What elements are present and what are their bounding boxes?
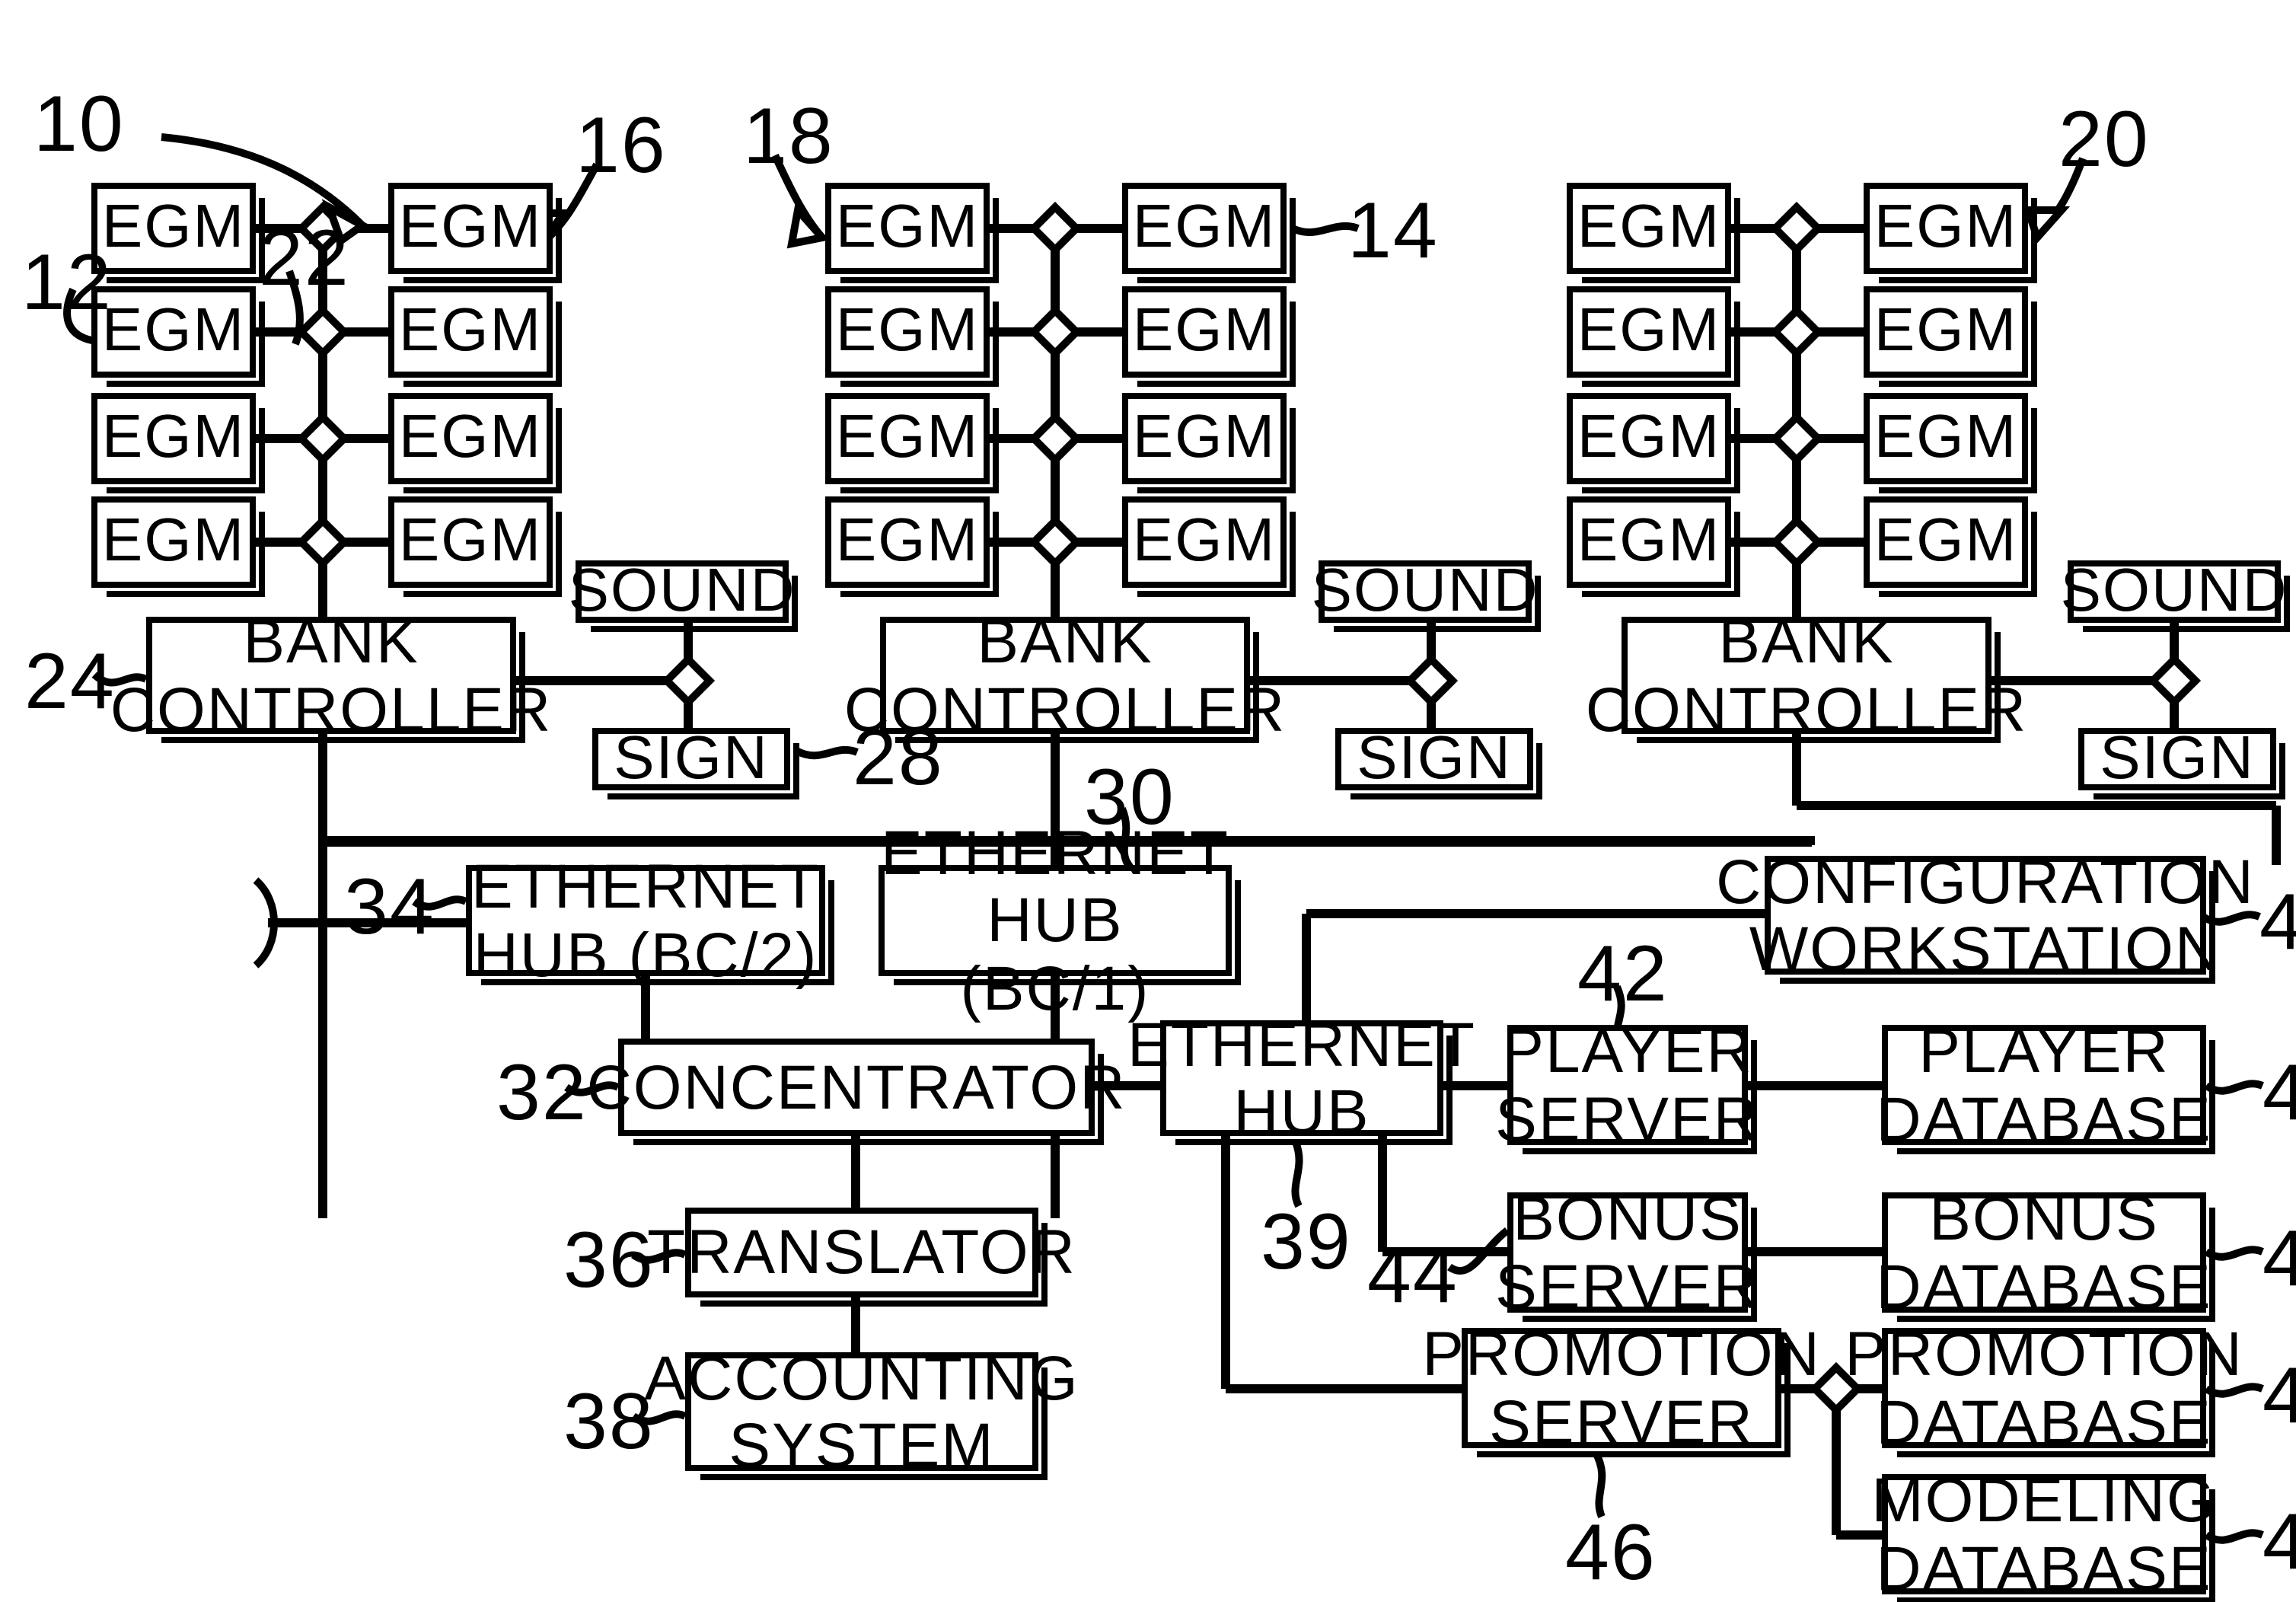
reference-numeral-38: 38 <box>563 1378 655 1466</box>
bank-controller-label-line2: CONTROLLER <box>1585 674 2028 744</box>
bank-controller-label-line1: BANK <box>977 606 1153 677</box>
reference-numeral-44: 44 <box>1367 1232 1459 1320</box>
egm-box[interactable]: EGM <box>388 286 562 387</box>
reference-numeral-16: 16 <box>576 102 667 190</box>
player-database-box[interactable]: PLAYER DATABASE <box>1876 1017 2215 1154</box>
bonus-server-box[interactable]: BONUS SERVER <box>1495 1185 1759 1322</box>
bank-controller-label-line1: BANK <box>243 606 419 677</box>
sound-box[interactable]: SOUND <box>1312 558 1541 632</box>
egm-box[interactable]: EGM <box>91 286 265 387</box>
egm-box[interactable]: EGM <box>825 183 999 283</box>
bonus-server-label-line2: SERVER <box>1495 1251 1760 1321</box>
bonus-database-label-line2: DATABASE <box>1876 1251 2212 1321</box>
reference-numeral-40: 40 <box>2259 877 2296 969</box>
ethernet-hub-bc1-box[interactable]: ETHERNET HUB (BC/1) <box>879 819 1241 1021</box>
ethernet-hub-label-line1: ETHERNET <box>1127 1009 1476 1080</box>
egm-box[interactable]: EGM <box>825 286 999 387</box>
reference-numeral-22: 22 <box>259 215 350 303</box>
egm-box[interactable]: EGM <box>91 393 265 493</box>
reference-numeral-30: 30 <box>1084 754 1175 842</box>
sign-box[interactable]: SIGN <box>592 726 799 799</box>
promotion-server-label-line1: PROMOTION <box>1422 1319 1821 1390</box>
egm-box[interactable]: EGM <box>1122 496 1296 597</box>
modeling-database-label-line2: DATABASE <box>1876 1533 2212 1602</box>
bank-controller-box[interactable]: BANK CONTROLLER <box>1586 608 2026 743</box>
configuration-workstation-label-line2: WORKSTATION <box>1749 914 2222 984</box>
egm-box[interactable]: EGM <box>1864 286 2037 387</box>
ethernet-hub-box[interactable]: ETHERNET HUB <box>1127 1010 1475 1146</box>
egm-box[interactable]: EGM <box>1567 286 1740 387</box>
configuration-workstation-label-line1: CONFIGURATION <box>1716 846 2255 917</box>
reference-numeral-47: 47 <box>2263 1351 2296 1442</box>
reference-numeral-28: 28 <box>853 714 944 803</box>
egm-box[interactable]: EGM <box>1864 183 2037 283</box>
player-server-label-line2: SERVER <box>1495 1083 1760 1154</box>
player-database-label-line1: PLAYER <box>1918 1016 2170 1087</box>
configuration-workstation-box[interactable]: CONFIGURATION WORKSTATION <box>1716 847 2253 984</box>
reference-numeral-32: 32 <box>496 1049 588 1138</box>
reference-numeral-49: 49 <box>2263 1497 2296 1588</box>
promotion-database-label-line1: PROMOTION <box>1845 1319 2243 1390</box>
egm-box[interactable]: EGM <box>1567 496 1740 597</box>
egm-box[interactable]: EGM <box>1122 183 1296 283</box>
player-database-label-line2: DATABASE <box>1876 1083 2212 1154</box>
reference-numeral-43: 43 <box>2263 1048 2296 1139</box>
egm-box[interactable]: EGM <box>825 496 999 597</box>
ethernet-hub-bc1-label-line1: ETHERNET <box>881 818 1229 889</box>
patent-figure-sheet: EGM EGM EGM EGM EGM EGM EGM EGM BANK CON… <box>0 0 2296 1602</box>
egm-box[interactable]: EGM <box>1864 496 2037 597</box>
bonus-server-label-line1: BONUS <box>1513 1183 1743 1254</box>
reference-numeral-24: 24 <box>24 638 116 726</box>
egm-box[interactable]: EGM <box>91 183 265 283</box>
sign-box[interactable]: SIGN <box>2078 726 2285 799</box>
egm-box[interactable]: EGM <box>388 496 562 597</box>
reference-numeral-39: 39 <box>1261 1198 1352 1287</box>
egm-box[interactable]: EGM <box>91 496 265 597</box>
reference-numeral-12: 12 <box>21 239 113 327</box>
reference-numeral-36: 36 <box>563 1217 655 1305</box>
sound-box[interactable]: SOUND <box>2061 558 2290 632</box>
accounting-system-box[interactable]: ACCOUNTING SYSTEM <box>644 1344 1078 1480</box>
egm-box[interactable]: EGM <box>825 393 999 493</box>
ethernet-hub-bc2-box[interactable]: ETHERNET HUB (BC/2) <box>466 853 834 988</box>
bank-controller-label-line2: CONTROLLER <box>110 674 553 744</box>
egm-box[interactable]: EGM <box>1864 393 2037 493</box>
ethernet-hub-label-line2: HUB <box>1233 1077 1370 1147</box>
egm-box[interactable]: EGM <box>388 183 562 283</box>
ethernet-hub-bc2-label-line1: ETHERNET <box>471 851 820 922</box>
translator-box[interactable]: TRANSLATOR <box>647 1208 1075 1307</box>
sign-box[interactable]: SIGN <box>1335 726 1542 799</box>
egm-box[interactable]: EGM <box>388 393 562 493</box>
accounting-system-label-line1: ACCOUNTING <box>644 1342 1079 1413</box>
concentrator-box[interactable]: CONCENTRATOR <box>587 1039 1124 1145</box>
reference-numeral-20: 20 <box>2058 96 2150 184</box>
reference-numeral-14: 14 <box>1347 187 1439 276</box>
bonus-database-label-line1: BONUS <box>1929 1183 2159 1254</box>
reference-numeral-18: 18 <box>743 93 834 181</box>
player-server-label-line1: PLAYER <box>1502 1016 1753 1087</box>
promotion-server-label-line2: SERVER <box>1489 1387 1754 1457</box>
reference-numeral-45: 45 <box>2263 1214 2296 1305</box>
promotion-database-label-line2: DATABASE <box>1876 1387 2212 1457</box>
modeling-database-label-line1: MODELING <box>1871 1465 2217 1536</box>
accounting-system-label-line2: SYSTEM <box>729 1410 995 1480</box>
modeling-database-box[interactable]: MODELING DATABASE <box>1871 1466 2215 1602</box>
reference-numeral-10: 10 <box>33 81 125 169</box>
ethernet-hub-bc2-label-line2: HUB (BC/2) <box>473 919 818 989</box>
reference-numeral-42: 42 <box>1577 930 1669 1019</box>
player-server-box[interactable]: PLAYER SERVER <box>1495 1017 1759 1154</box>
reference-numeral-46: 46 <box>1565 1509 1657 1597</box>
reference-numeral-34: 34 <box>344 863 435 952</box>
egm-box[interactable]: EGM <box>1567 183 1740 283</box>
promotion-server-box[interactable]: PROMOTION SERVER <box>1422 1320 1819 1457</box>
egm-box[interactable]: EGM <box>1567 393 1740 493</box>
promotion-database-box[interactable]: PROMOTION DATABASE <box>1845 1320 2242 1457</box>
egm-box[interactable]: EGM <box>1122 393 1296 493</box>
egm-box[interactable]: EGM <box>1122 286 1296 387</box>
bonus-database-box[interactable]: BONUS DATABASE <box>1876 1185 2215 1322</box>
bank-controller-box[interactable]: BANK CONTROLLER <box>110 608 550 743</box>
ethernet-hub-bc1-label-line2: HUB (BC/1) <box>960 885 1150 1023</box>
bank-controller-label-line1: BANK <box>1718 606 1895 677</box>
sound-box[interactable]: SOUND <box>569 558 798 632</box>
